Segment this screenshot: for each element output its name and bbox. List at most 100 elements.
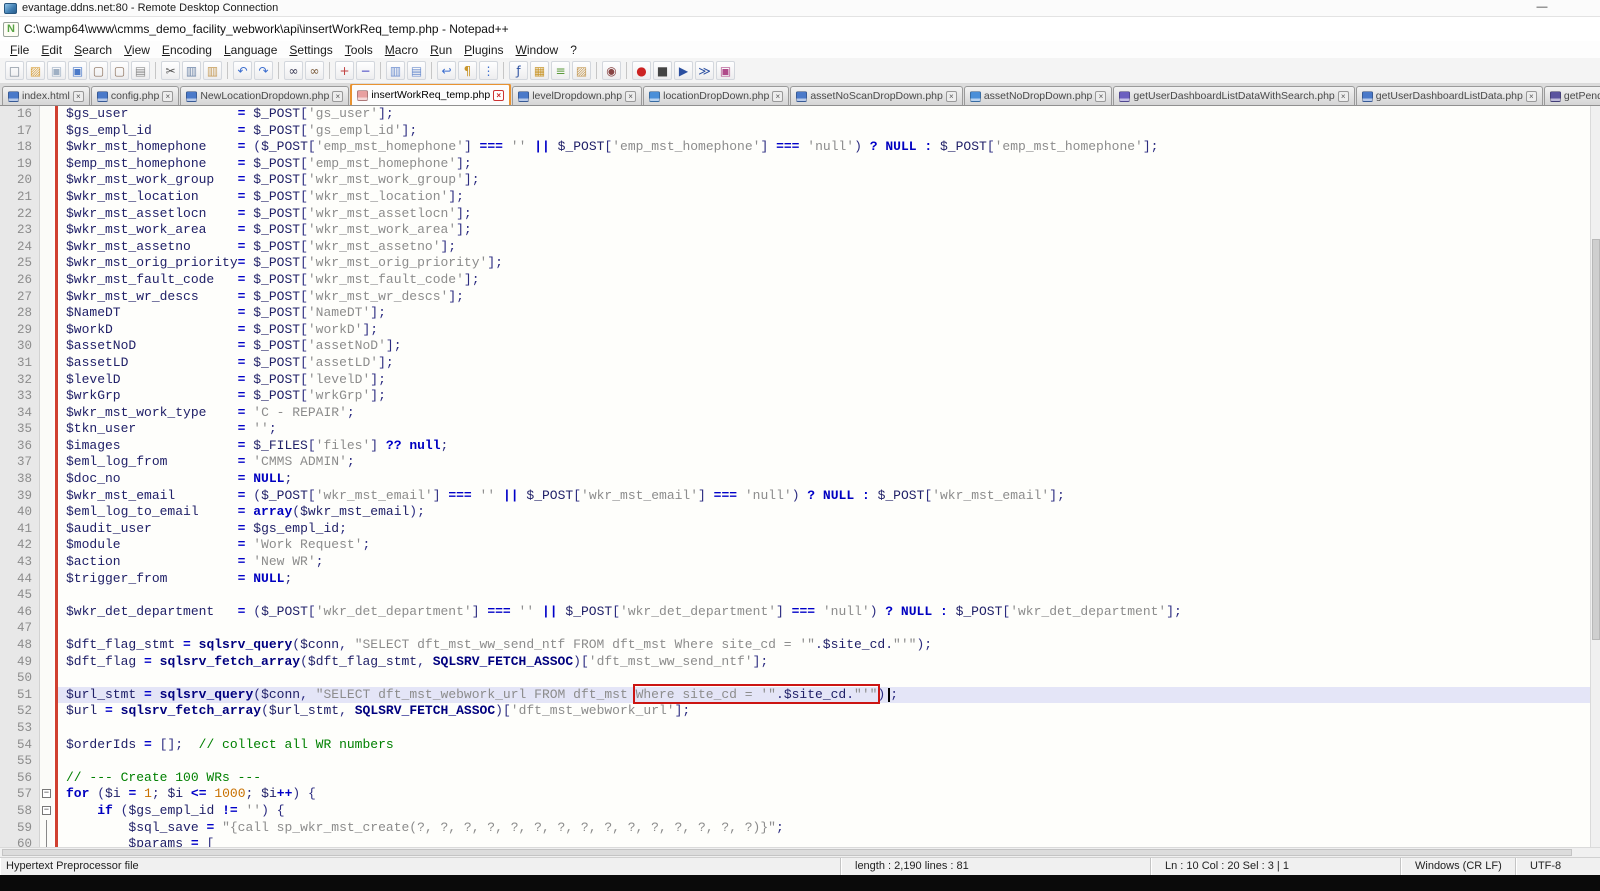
toolbar-paste-button[interactable]: ▥ <box>203 61 222 80</box>
tab-levelDropdown.php[interactable]: levelDropdown.php× <box>512 86 642 105</box>
code-line[interactable]: 37$eml_log_from = 'CMMS ADMIN'; <box>0 454 1590 471</box>
toolbar-save-file-button[interactable]: ▣ <box>47 61 66 80</box>
toolbar-monitoring-button[interactable]: ◉ <box>602 61 621 80</box>
fold-collapse-icon[interactable]: − <box>42 806 51 815</box>
code-line[interactable]: 36$images = $_FILES['files'] ?? null; <box>0 438 1590 455</box>
tab-getUserDashboardListDataWithSearch.php[interactable]: getUserDashboardListDataWithSearch.php× <box>1113 86 1354 105</box>
code-line[interactable]: 51$url_stmt = sqlsrv_query($conn, "SELEC… <box>0 687 1590 704</box>
tab-insertWorkReq_temp.php[interactable]: insertWorkReq_temp.php× <box>350 84 511 105</box>
menu-plugins[interactable]: Plugins <box>458 42 509 58</box>
toolbar-copy-button[interactable]: ▥ <box>182 61 201 80</box>
toolbar-save-macro-button[interactable]: ▣ <box>716 61 735 80</box>
code-line[interactable]: 28$NameDT = $_POST['NameDT']; <box>0 305 1590 322</box>
code-line[interactable]: 32$levelD = $_POST['levelD']; <box>0 372 1590 389</box>
menu-search[interactable]: Search <box>68 42 118 58</box>
close-tab-icon[interactable]: × <box>1095 91 1106 102</box>
code-line[interactable]: 46$wkr_det_department = ($_POST['wkr_det… <box>0 604 1590 621</box>
code-line[interactable]: 48$dft_flag_stmt = sqlsrv_query($conn, "… <box>0 637 1590 654</box>
status-eol-format[interactable]: Windows (CR LF) <box>1400 858 1515 875</box>
toolbar-stop-recording-button[interactable]: ■ <box>653 61 672 80</box>
code-line[interactable]: 35$tkn_user = ''; <box>0 421 1590 438</box>
toolbar-document-list-button[interactable]: ≡ <box>551 61 570 80</box>
toolbar-run-macro-multiple-button[interactable]: ≫ <box>695 61 714 80</box>
code-line[interactable]: 38$doc_no = NULL; <box>0 471 1590 488</box>
code-line[interactable]: 43$action = 'New WR'; <box>0 554 1590 571</box>
code-line[interactable]: 33$wrkGrp = $_POST['wrkGrp']; <box>0 388 1590 405</box>
vertical-scrollbar-thumb[interactable] <box>1592 239 1600 639</box>
tab-getPendingStatusFormData.php[interactable]: getPendingStatusFormData.php× <box>1544 86 1600 105</box>
close-tab-icon[interactable]: × <box>1338 91 1349 102</box>
code-line[interactable]: 42$module = 'Work Request'; <box>0 537 1590 554</box>
code-line[interactable]: 53 <box>0 720 1590 737</box>
code-line[interactable]: 40$eml_log_to_email = array($wkr_mst_ema… <box>0 504 1590 521</box>
code-line[interactable]: 39$wkr_mst_email = ($_POST['wkr_mst_emai… <box>0 488 1590 505</box>
minimize-icon[interactable]: — <box>1532 1 1552 15</box>
vertical-scrollbar[interactable] <box>1590 106 1600 847</box>
toolbar-zoom-out-button[interactable]: − <box>356 61 375 80</box>
toolbar-zoom-in-button[interactable]: + <box>335 61 354 80</box>
menu-edit[interactable]: Edit <box>35 42 68 58</box>
code-line[interactable]: 18$wkr_mst_homephone = ($_POST['emp_mst_… <box>0 139 1590 156</box>
menu-macro[interactable]: Macro <box>379 42 424 58</box>
code-line[interactable]: 19$emp_mst_homephone = $_POST['emp_mst_h… <box>0 156 1590 173</box>
toolbar-save-all-button[interactable]: ▣ <box>68 61 87 80</box>
code-line[interactable]: 58− if ($gs_empl_id != '') { <box>0 803 1590 820</box>
status-encoding[interactable]: UTF-8 <box>1515 858 1600 875</box>
code-line[interactable]: 47 <box>0 620 1590 637</box>
horizontal-scrollbar-thumb[interactable] <box>2 849 1572 856</box>
code-line[interactable]: 44$trigger_from = NULL; <box>0 571 1590 588</box>
fold-collapse-icon[interactable]: − <box>42 789 51 798</box>
toolbar-indent-guide-button[interactable]: ⋮ <box>479 61 498 80</box>
toolbar-close-file-button[interactable]: ▢ <box>89 61 108 80</box>
close-tab-icon[interactable]: × <box>332 91 343 102</box>
code-line[interactable]: 27$wkr_mst_wr_descs = $_POST['wkr_mst_wr… <box>0 289 1590 306</box>
toolbar-redo-button[interactable]: ↷ <box>254 61 273 80</box>
code-line[interactable]: 24$wkr_mst_assetno = $_POST['wkr_mst_ass… <box>0 239 1590 256</box>
code-line[interactable]: 57−for ($i = 1; $i <= 1000; $i++) { <box>0 786 1590 803</box>
toolbar-new-file-button[interactable]: □ <box>5 61 24 80</box>
toolbar-show-all-chars-button[interactable]: ¶ <box>458 61 477 80</box>
tab-index.html[interactable]: index.html× <box>2 86 90 105</box>
close-tab-icon[interactable]: × <box>493 90 504 101</box>
toolbar-undo-button[interactable]: ↶ <box>233 61 252 80</box>
toolbar-folder-as-workspace-button[interactable]: ▨ <box>572 61 591 80</box>
code-line[interactable]: 60 $params = [ <box>0 836 1590 847</box>
menu-language[interactable]: Language <box>218 42 283 58</box>
code-line[interactable]: 54$orderIds = []; // collect all WR numb… <box>0 737 1590 754</box>
menu-view[interactable]: View <box>118 42 156 58</box>
code-line[interactable]: 49$dft_flag = sqlsrv_fetch_array($dft_fl… <box>0 654 1590 671</box>
code-line[interactable]: 20$wkr_mst_work_group = $_POST['wkr_mst_… <box>0 172 1590 189</box>
code-line[interactable]: 29$workD = $_POST['workD']; <box>0 322 1590 339</box>
code-line[interactable]: 17$gs_empl_id = $_POST['gs_empl_id']; <box>0 123 1590 140</box>
menu-window[interactable]: Window <box>510 42 565 58</box>
code-line[interactable]: 59 $sql_save = "{call sp_wkr_mst_create(… <box>0 820 1590 837</box>
code-line[interactable]: 45 <box>0 587 1590 604</box>
menu-run[interactable]: Run <box>424 42 458 58</box>
tab-getUserDashboardListData.php[interactable]: getUserDashboardListData.php× <box>1356 86 1543 105</box>
tab-assetNoScanDropDown.php[interactable]: assetNoScanDropDown.php× <box>790 86 963 105</box>
toolbar-cut-button[interactable]: ✂ <box>161 61 180 80</box>
toolbar-sync-v-scroll-button[interactable]: ▥ <box>386 61 405 80</box>
toolbar-playback-macro-button[interactable]: ▶ <box>674 61 693 80</box>
tab-assetNoDropDown.php[interactable]: assetNoDropDown.php× <box>964 86 1113 105</box>
menu-file[interactable]: File <box>4 42 35 58</box>
code-line[interactable]: 41$audit_user = $gs_empl_id; <box>0 521 1590 538</box>
code-editor[interactable]: 16$gs_user = $_POST['gs_user'];17$gs_emp… <box>0 106 1590 847</box>
code-line[interactable]: 16$gs_user = $_POST['gs_user']; <box>0 106 1590 123</box>
code-line[interactable]: 25$wkr_mst_orig_priority= $_POST['wkr_ms… <box>0 255 1590 272</box>
toolbar-replace-button[interactable]: ∞ <box>305 61 324 80</box>
code-line[interactable]: 21$wkr_mst_location = $_POST['wkr_mst_lo… <box>0 189 1590 206</box>
code-line[interactable]: 22$wkr_mst_assetlocn = $_POST['wkr_mst_a… <box>0 206 1590 223</box>
toolbar-close-all-button[interactable]: ▢ <box>110 61 129 80</box>
toolbar-sync-h-scroll-button[interactable]: ▤ <box>407 61 426 80</box>
tab-config.php[interactable]: config.php× <box>91 86 179 105</box>
toolbar-document-map-button[interactable]: ▦ <box>530 61 549 80</box>
close-tab-icon[interactable]: × <box>625 91 636 102</box>
menu-help[interactable]: ? <box>564 42 583 58</box>
code-line[interactable]: 56// --- Create 100 WRs --- <box>0 770 1590 787</box>
toolbar-open-file-button[interactable]: ▨ <box>26 61 45 80</box>
tab-locationDropDown.php[interactable]: locationDropDown.php× <box>643 86 789 105</box>
close-tab-icon[interactable]: × <box>946 91 957 102</box>
toolbar-print-button[interactable]: ▤ <box>131 61 150 80</box>
horizontal-scrollbar[interactable] <box>0 847 1600 857</box>
